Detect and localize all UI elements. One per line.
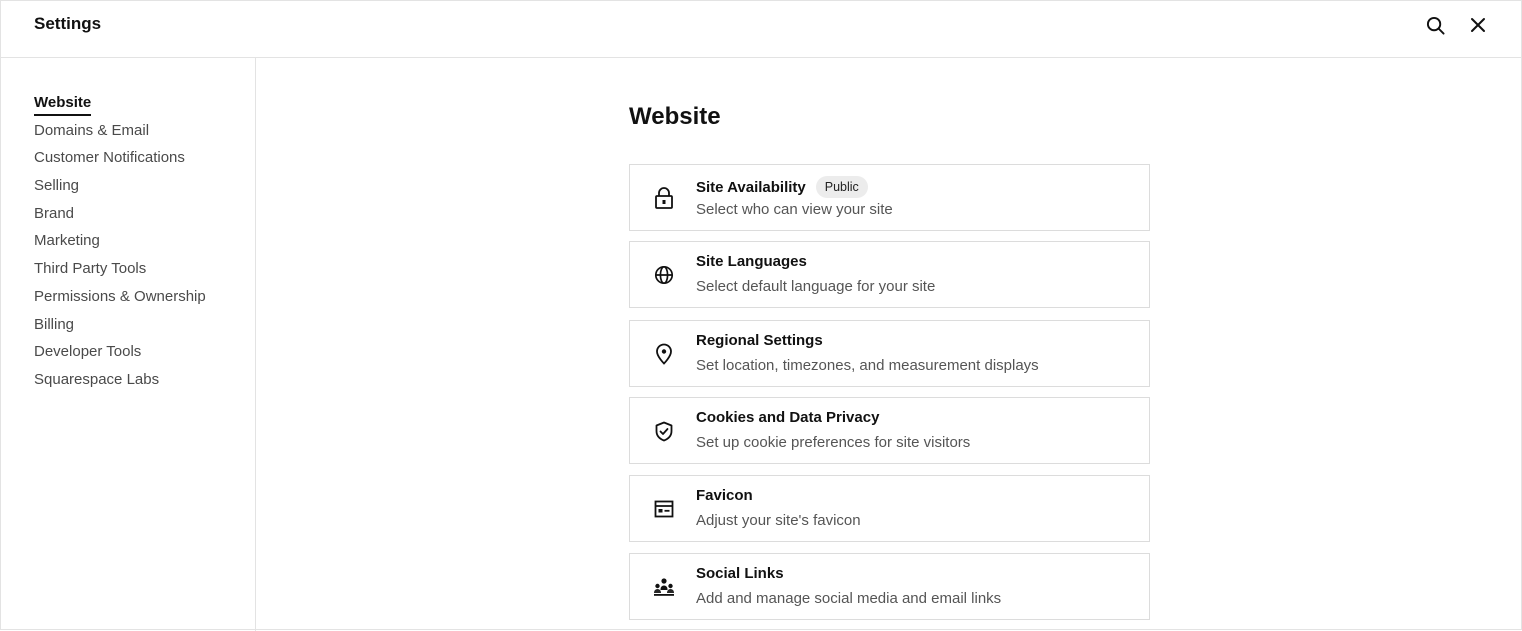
sidebar-item-website[interactable]: Website (34, 93, 206, 121)
sidebar-item-brand[interactable]: Brand (34, 204, 206, 232)
sidebar-item-developer-tools[interactable]: Developer Tools (34, 342, 206, 370)
card-regional-settings[interactable]: Regional Settings Set location, timezone… (629, 320, 1150, 387)
people-icon (654, 578, 674, 596)
search-icon (1426, 16, 1445, 35)
lock-icon (655, 187, 673, 209)
card-social-links[interactable]: Social Links Add and manage social media… (629, 553, 1150, 620)
globe-icon (654, 265, 674, 285)
card-description: Select who can view your site (696, 201, 893, 218)
card-title: Regional Settings (696, 332, 823, 349)
sidebar-item-selling[interactable]: Selling (34, 176, 206, 204)
sidebar-item-customer-notifications[interactable]: Customer Notifications (34, 148, 206, 176)
card-cookies-data-privacy[interactable]: Cookies and Data Privacy Set up cookie p… (629, 397, 1150, 464)
sidebar-item-domains-email[interactable]: Domains & Email (34, 121, 206, 149)
status-badge: Public (815, 176, 868, 198)
close-icon (1471, 18, 1485, 32)
sidebar-item-third-party-tools[interactable]: Third Party Tools (34, 259, 206, 287)
card-description: Select default language for your site (696, 278, 936, 295)
card-favicon[interactable]: Favicon Adjust your site's favicon (629, 475, 1150, 542)
card-site-languages[interactable]: Site Languages Select default language f… (629, 241, 1150, 308)
settings-sidebar: Website Domains & Email Customer Notific… (1, 58, 256, 631)
page-header-title: Settings (34, 14, 102, 33)
card-title: Social Links (696, 565, 784, 582)
card-site-availability[interactable]: Site Availability Public Select who can … (629, 164, 1150, 231)
sidebar-item-marketing[interactable]: Marketing (34, 231, 206, 259)
card-title: Site Languages (696, 253, 807, 270)
browser-window-icon (654, 500, 674, 518)
card-description: Set location, timezones, and measurement… (696, 357, 1039, 374)
sidebar-nav: Website Domains & Email Customer Notific… (34, 93, 206, 398)
search-button[interactable] (1423, 13, 1447, 37)
settings-header: Settings (1, 1, 1522, 58)
settings-panel: Settings Website Domains & Email Custome… (0, 0, 1522, 631)
location-pin-icon (656, 343, 672, 365)
card-description: Set up cookie preferences for site visit… (696, 434, 971, 451)
close-button[interactable] (1466, 13, 1490, 37)
sidebar-item-squarespace-labs[interactable]: Squarespace Labs (34, 370, 206, 398)
card-description: Add and manage social media and email li… (696, 590, 1002, 607)
sidebar-item-permissions-ownership[interactable]: Permissions & Ownership (34, 287, 206, 315)
sidebar-item-billing[interactable]: Billing (34, 315, 206, 343)
shield-check-icon (655, 421, 673, 441)
card-title: Cookies and Data Privacy (696, 409, 880, 426)
card-title: Favicon (696, 487, 753, 504)
card-description: Adjust your site's favicon (696, 512, 861, 529)
card-title: Site Availability (696, 178, 806, 196)
page-title: Website (629, 103, 721, 130)
